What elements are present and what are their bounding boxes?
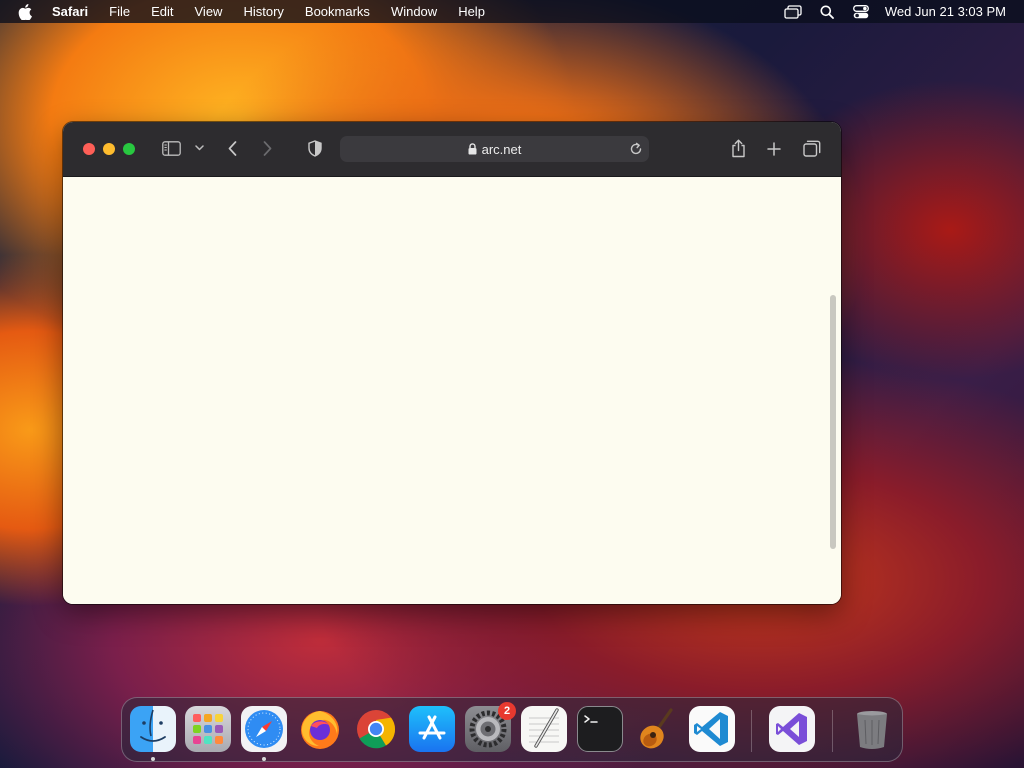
dock-separator [751, 710, 752, 752]
menu-view[interactable]: View [195, 4, 223, 19]
address-bar[interactable]: arc.net [340, 136, 649, 162]
reload-icon[interactable] [629, 142, 643, 156]
spotlight-search-icon[interactable] [817, 4, 837, 20]
forward-chevron-icon[interactable] [261, 140, 273, 156]
textedit-icon[interactable] [521, 706, 567, 752]
apple-menu-icon[interactable] [18, 3, 38, 20]
finder-icon[interactable] [130, 706, 176, 752]
firefox-icon[interactable] [297, 706, 343, 752]
menu-bar: Safari File Edit View History Bookmarks … [0, 0, 1024, 23]
close-window-button[interactable] [83, 143, 95, 155]
vscode-icon[interactable] [689, 706, 735, 752]
address-bar-url: arc.net [481, 141, 522, 157]
trash-icon[interactable] [849, 706, 895, 752]
system-settings-notification-badge: 2 [498, 702, 516, 720]
vertical-scrollbar[interactable] [830, 295, 836, 549]
minimize-window-button[interactable] [103, 143, 115, 155]
menu-help[interactable]: Help [458, 4, 485, 19]
menu-bookmarks[interactable]: Bookmarks [305, 4, 370, 19]
lock-icon [468, 143, 477, 155]
web-content-area[interactable] [63, 177, 841, 604]
menu-file[interactable]: File [109, 4, 130, 19]
privacy-shield-icon[interactable] [308, 140, 322, 157]
tab-groups-chevron-down-icon[interactable] [194, 144, 204, 152]
browser-toolbar: arc.net [63, 122, 841, 177]
menu-app-safari[interactable]: Safari [52, 4, 88, 19]
sidebar-toggle-icon[interactable] [161, 140, 181, 156]
chrome-icon[interactable] [353, 706, 399, 752]
safari-running-indicator [262, 757, 266, 761]
menu-edit[interactable]: Edit [151, 4, 173, 19]
safari-window: arc.net [63, 122, 841, 604]
menu-window[interactable]: Window [391, 4, 437, 19]
visual-studio-icon[interactable] [769, 706, 815, 752]
share-icon[interactable] [730, 138, 746, 158]
fullscreen-window-button[interactable] [123, 143, 135, 155]
terminal-icon[interactable] [577, 706, 623, 752]
back-chevron-icon[interactable] [226, 140, 238, 156]
screen-mirroring-icon[interactable] [783, 4, 803, 20]
menu-bar-clock[interactable]: Wed Jun 21 3:03 PM [885, 4, 1006, 19]
garageband-guitar-icon[interactable] [633, 706, 679, 752]
launchpad-icon[interactable] [185, 706, 231, 752]
dock-separator [832, 710, 833, 752]
new-tab-plus-icon[interactable] [766, 141, 782, 157]
tab-overview-icon[interactable] [803, 140, 821, 157]
menu-history[interactable]: History [243, 4, 283, 19]
safari-icon[interactable] [241, 706, 287, 752]
finder-running-indicator [151, 757, 155, 761]
app-store-icon[interactable] [409, 706, 455, 752]
control-center-icon[interactable] [851, 4, 871, 20]
